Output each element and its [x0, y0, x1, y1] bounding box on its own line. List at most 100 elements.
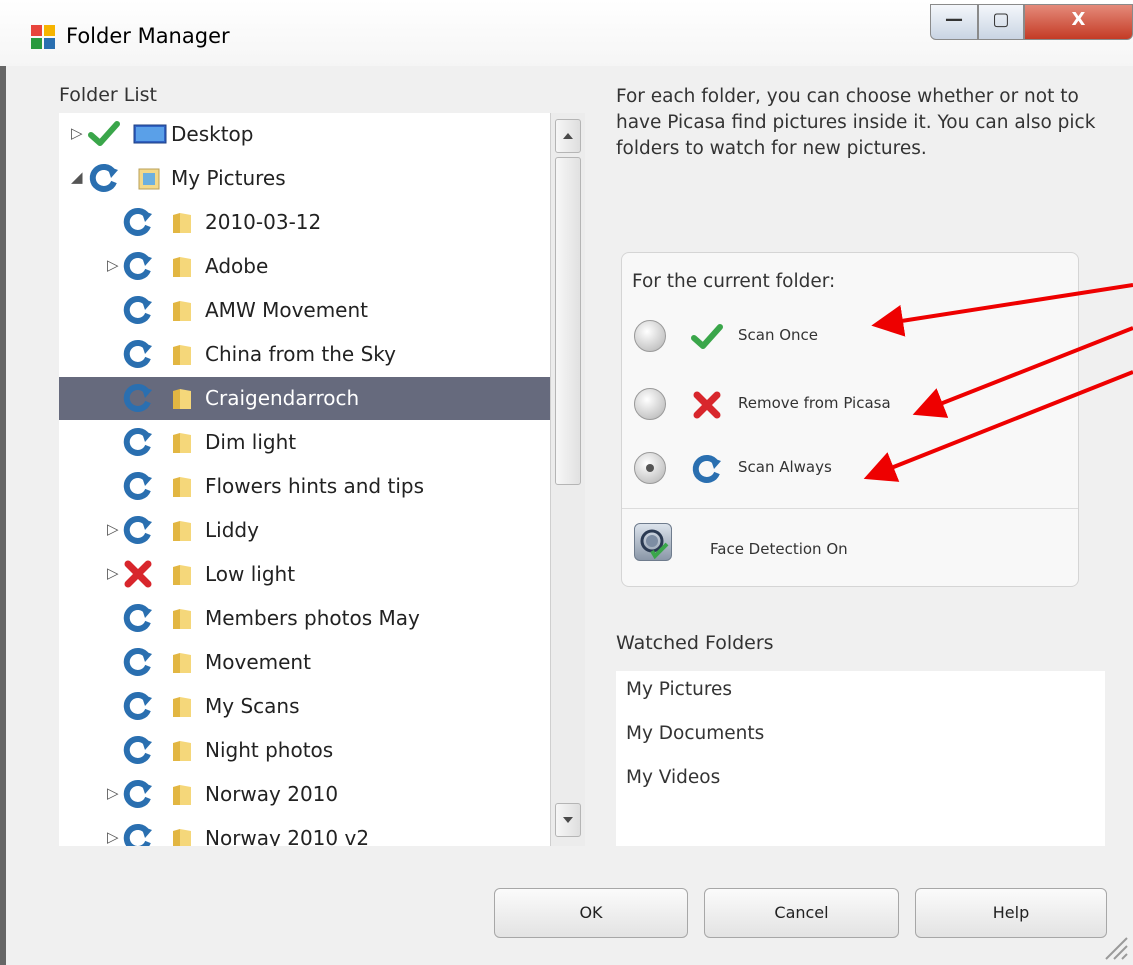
folder-tree-scrollbar[interactable] [550, 113, 585, 846]
expander-icon[interactable] [107, 651, 121, 671]
description-text: For each folder, you can choose whether … [616, 86, 1096, 159]
scan-option[interactable]: Scan Always [622, 443, 1078, 495]
expander-icon[interactable]: ▷ [107, 827, 121, 846]
scan-option[interactable]: Scan Once [622, 311, 1078, 363]
minimize-icon: — [945, 9, 963, 30]
scan-option-radio[interactable] [634, 452, 666, 484]
window-title: Folder Manager [66, 24, 230, 48]
current-folder-panel: For the current folder: Scan Once Remove… [621, 252, 1079, 587]
ok-button[interactable]: OK [494, 888, 688, 938]
folder-tree-item[interactable]: Flowers hints and tips [59, 465, 550, 508]
folder-tree-item[interactable]: Night photos [59, 729, 550, 772]
help-button[interactable]: Help [915, 888, 1107, 938]
scan-option-radio[interactable] [634, 388, 666, 420]
refresh-icon [123, 823, 152, 846]
folder-tree-item[interactable]: 2010-03-12 [59, 201, 550, 244]
folder-tree-item-label: Low light [205, 562, 296, 586]
folder-tree-item[interactable]: AMW Movement [59, 289, 550, 332]
refresh-icon [123, 603, 152, 632]
expander-icon[interactable]: ▷ [107, 783, 121, 803]
expander-icon[interactable] [107, 387, 121, 407]
folder-icon [173, 477, 191, 497]
watched-folder-item[interactable]: My Pictures [626, 679, 732, 700]
folder-tree-item[interactable]: Movement [59, 641, 550, 684]
remove-icon [693, 391, 721, 419]
folder-icon [173, 565, 191, 585]
folder-icon [173, 697, 191, 717]
folder-tree-item-label: My Scans [205, 694, 300, 718]
folder-tree-item[interactable]: ◢ My Pictures [59, 157, 550, 200]
folder-icon [173, 301, 191, 321]
folder-icon [173, 653, 191, 673]
expander-icon[interactable] [107, 607, 121, 627]
folder-tree-item-label: Members photos May [205, 606, 420, 630]
scan-option-label: Remove from Picasa [738, 394, 891, 412]
folder-tree-item-label: AMW Movement [205, 298, 369, 322]
folder-tree-item[interactable]: ▷ Norway 2010 [59, 773, 550, 816]
picasa-app-icon [31, 25, 55, 49]
expander-icon[interactable] [107, 431, 121, 451]
expander-icon[interactable]: ◢ [71, 167, 85, 187]
folder-tree-item-label: Movement [205, 650, 311, 674]
folder-tree-item-label: 2010-03-12 [205, 210, 322, 234]
refresh-icon [123, 779, 152, 808]
folder-list-label: Folder List [59, 84, 157, 106]
watched-folder-item[interactable]: My Videos [626, 767, 720, 788]
folder-tree-item[interactable]: ▷ Desktop [59, 113, 550, 156]
expander-icon[interactable]: ▷ [107, 255, 121, 275]
folder-icon [173, 741, 191, 761]
scroll-thumb[interactable] [555, 157, 581, 485]
expander-icon[interactable] [107, 739, 121, 759]
title-bar: Folder Manager — ▢ X [0, 0, 1133, 66]
expander-icon[interactable] [107, 475, 121, 495]
folder-icon [173, 609, 191, 629]
refresh-icon [123, 295, 152, 324]
close-icon: X [1071, 9, 1086, 30]
expander-icon[interactable] [107, 299, 121, 319]
folder-tree-item-label: China from the Sky [205, 342, 396, 366]
expander-icon[interactable]: ▷ [107, 563, 121, 583]
folder-tree-item[interactable]: Dim light [59, 421, 550, 464]
cancel-button[interactable]: Cancel [704, 888, 899, 938]
scroll-down-button[interactable] [555, 803, 581, 837]
folder-icon [173, 213, 191, 233]
refresh-icon [123, 735, 152, 764]
scroll-up-button[interactable] [555, 119, 581, 153]
expander-icon[interactable]: ▷ [107, 519, 121, 539]
watched-folders-list[interactable]: My Pictures My Documents My Videos [616, 671, 1105, 846]
folder-tree-item[interactable]: ▷ Adobe [59, 245, 550, 288]
folder-tree-item[interactable]: ▷ Norway 2010 v2 [59, 817, 550, 846]
expander-icon[interactable] [107, 211, 121, 231]
scan-option[interactable]: Remove from Picasa [622, 379, 1078, 431]
refresh-icon [123, 471, 152, 500]
folder-tree-item-label: Night photos [205, 738, 334, 762]
refresh-icon [123, 515, 152, 544]
expander-icon[interactable] [107, 343, 121, 363]
desktop-icon [133, 124, 167, 144]
folder-tree-item[interactable]: China from the Sky [59, 333, 550, 376]
expander-icon[interactable]: ▷ [71, 123, 85, 143]
watched-folder-item[interactable]: My Documents [626, 723, 764, 744]
expander-icon[interactable] [107, 695, 121, 715]
face-detection-label: Face Detection On [710, 540, 848, 558]
folder-tree[interactable]: ▷ Desktop ◢ My Pictures 2010-03-12 ▷ Adobe… [59, 113, 550, 846]
refresh-icon [123, 383, 152, 412]
maximize-button[interactable]: ▢ [978, 4, 1024, 40]
folder-tree-item[interactable]: Craigendarroch [59, 377, 550, 420]
close-button[interactable]: X [1024, 4, 1133, 40]
refresh-icon [123, 251, 152, 280]
folder-tree-item[interactable]: ▷ Liddy [59, 509, 550, 552]
face-detection-button[interactable] [634, 523, 672, 561]
minimize-button[interactable]: — [930, 4, 978, 40]
folder-tree-item[interactable]: ▷ Low light [59, 553, 550, 596]
resize-grip-icon[interactable] [1098, 930, 1128, 960]
refresh-icon [123, 647, 152, 676]
maximize-icon: ▢ [992, 9, 1010, 30]
scan-option-radio[interactable] [634, 320, 666, 352]
refresh-icon [692, 454, 721, 483]
panel-divider [622, 508, 1078, 509]
folder-icon [173, 785, 191, 805]
current-folder-title: For the current folder: [632, 271, 836, 292]
folder-tree-item[interactable]: Members photos May [59, 597, 550, 640]
folder-tree-item[interactable]: My Scans [59, 685, 550, 728]
